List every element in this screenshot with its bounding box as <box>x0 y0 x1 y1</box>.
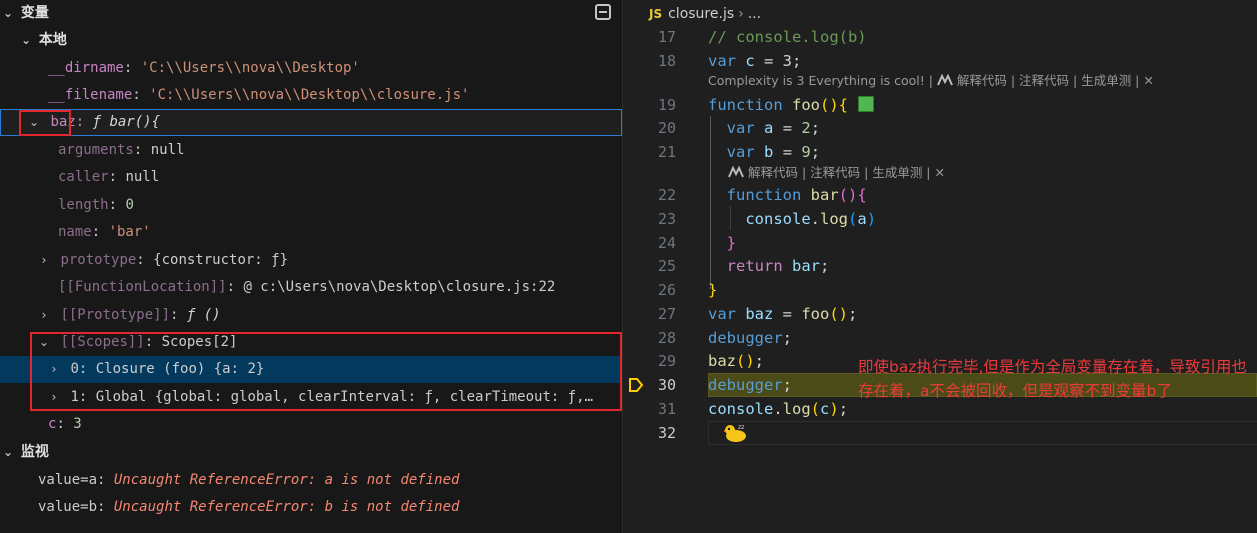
code-line-22: function bar(){ <box>726 186 867 204</box>
var-dirname[interactable]: __dirname: 'C:\\Users\\nova\\Desktop' <box>0 55 622 82</box>
breadcrumb: JS closure.js ›... <box>649 4 761 24</box>
chevron-right-icon: › <box>41 308 47 322</box>
breadcrumb-file[interactable]: closure.js <box>668 6 734 22</box>
line-number: 26 <box>657 281 676 299</box>
local-scope-label: 本地 <box>38 32 67 48</box>
prop-prototype-internal[interactable]: › [[Prototype]]: ƒ () <box>0 302 622 329</box>
chevron-down-icon: ⌄ <box>28 115 40 129</box>
chevron-right-icon: › <box>51 362 57 376</box>
chevron-down-icon: ⌄ <box>2 6 14 20</box>
close-icon[interactable]: ✕ <box>935 165 945 180</box>
chevron-down-icon: ⌄ <box>2 445 14 459</box>
code-line-30: debugger; <box>708 376 792 394</box>
line-number: 18 <box>657 52 676 70</box>
line-number: 20 <box>657 119 676 137</box>
prop-function-location[interactable]: [[FunctionLocation]]: @ c:\Users\nova\De… <box>0 274 622 301</box>
code-line-23: console.log(a) <box>745 210 877 228</box>
var-c[interactable]: c: 3 <box>0 411 622 438</box>
code-line-26: } <box>708 281 718 299</box>
line-number: 21 <box>657 143 676 161</box>
breadcrumb-rest[interactable]: ... <box>748 6 761 22</box>
chevron-right-icon: › <box>738 6 744 22</box>
code-line-25: return bar; <box>726 257 830 275</box>
local-scope-header[interactable]: ⌄ 本地 <box>0 27 622 54</box>
code-line-27: var baz = foo(); <box>708 305 858 323</box>
prop-scopes[interactable]: ⌄ [[Scopes]]: Scopes[2] <box>0 329 622 356</box>
prop-length[interactable]: length: 0 <box>0 192 622 219</box>
line-number: 29 <box>657 352 676 370</box>
chevron-down-icon: ⌄ <box>38 335 50 349</box>
annotation-note: 即使baz执行完毕,但是作为全局变量存在着，导致引用也存在着，a不会被回收，但是… <box>858 358 1247 400</box>
chevron-right-icon: › <box>51 390 57 404</box>
watch-item-a[interactable]: value=a: Uncaught ReferenceError: a is n… <box>0 467 622 494</box>
debug-pause-arrow-icon[interactable] <box>628 377 644 393</box>
line-number-current: 30 <box>657 376 676 394</box>
codelens-line-18: Complexity is 3 Everything is cool! | 解释… <box>708 73 1154 88</box>
variables-title: 变量 <box>20 5 49 21</box>
var-baz[interactable]: ⌄ baz: ƒ bar(){ <box>0 109 622 136</box>
ai-assistant-icon <box>936 74 953 86</box>
code-line-21: var b = 9; <box>726 143 821 161</box>
watch-title: 监视 <box>20 444 49 460</box>
collapse-all-icon[interactable] <box>595 4 611 20</box>
svg-text:zz: zz <box>738 424 744 431</box>
code-line-18: var c = 3; <box>708 52 802 70</box>
duck-icon: zz <box>724 424 746 442</box>
code-line-20: var a = 2; <box>726 119 821 137</box>
watch-item-b[interactable]: value=b: Uncaught ReferenceError: b is n… <box>0 494 622 521</box>
line-number: 17 <box>657 28 676 46</box>
color-swatch-icon[interactable] <box>858 96 875 112</box>
close-icon[interactable]: ✕ <box>1143 73 1153 88</box>
scope-closure-foo[interactable]: › 0: Closure (foo) {a: 2} <box>0 356 622 383</box>
chevron-right-icon: › <box>41 253 47 267</box>
codelens-line-21: 解释代码 | 注释代码 | 生成单测 | ✕ <box>728 163 945 183</box>
prop-prototype[interactable]: › prototype: {constructor: ƒ} <box>0 247 622 274</box>
js-file-icon: JS <box>649 7 663 21</box>
cursor-line-border <box>708 421 1257 445</box>
code-line-29: baz(); <box>708 352 765 370</box>
prop-caller[interactable]: caller: null <box>0 164 622 191</box>
variables-section-header[interactable]: ⌄ 变量 <box>0 0 622 27</box>
ai-assistant-icon <box>728 166 744 178</box>
chevron-down-icon: ⌄ <box>20 33 32 47</box>
code-line-28: debugger; <box>708 329 792 347</box>
line-number: 23 <box>657 210 676 228</box>
prop-arguments[interactable]: arguments: null <box>0 137 622 164</box>
code-line-24: } <box>726 234 737 252</box>
line-number: 24 <box>657 234 676 252</box>
code-editor[interactable]: JS closure.js ›... 17 18 19 20 21 22 23 24… <box>623 0 1257 533</box>
code-line-31: console.log(c); <box>708 400 849 418</box>
line-number: 25 <box>657 257 676 275</box>
line-number: 28 <box>657 329 676 347</box>
prop-name[interactable]: name: 'bar' <box>0 219 622 246</box>
scope-global[interactable]: › 1: Global {global: global, clearInterv… <box>0 384 622 411</box>
variables-debug-panel: ⌄ 变量 ⌄ 本地 __dirname: 'C:\\Users\\nova\\D… <box>0 0 622 533</box>
code-line-17: // console.log(b) <box>708 28 867 46</box>
line-number: 22 <box>657 186 676 204</box>
code-line-19: function foo(){ <box>708 93 875 117</box>
line-number: 31 <box>657 400 676 418</box>
var-filename[interactable]: __filename: 'C:\\Users\\nova\\Desktop\\c… <box>0 82 622 109</box>
line-number: 19 <box>657 96 676 114</box>
line-number: 27 <box>657 305 676 323</box>
line-number: 32 <box>657 424 676 442</box>
watch-section-header[interactable]: ⌄ 监视 <box>0 439 622 466</box>
